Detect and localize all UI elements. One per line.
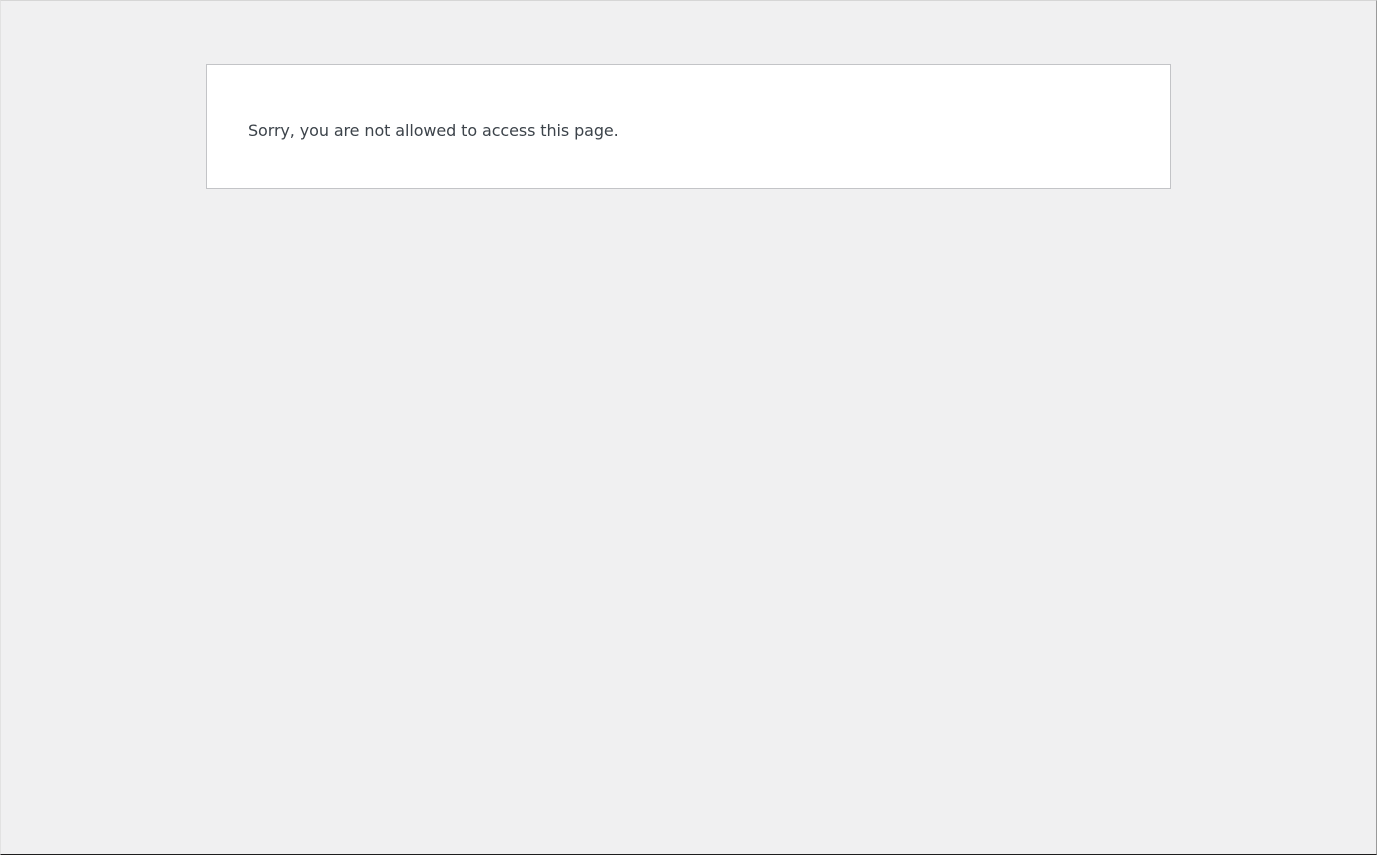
error-message: Sorry, you are not allowed to access thi… bbox=[248, 121, 619, 140]
error-screen: { "error": { "message": "Sorry, you are … bbox=[0, 0, 1377, 855]
error-panel: Sorry, you are not allowed to access thi… bbox=[206, 64, 1171, 189]
